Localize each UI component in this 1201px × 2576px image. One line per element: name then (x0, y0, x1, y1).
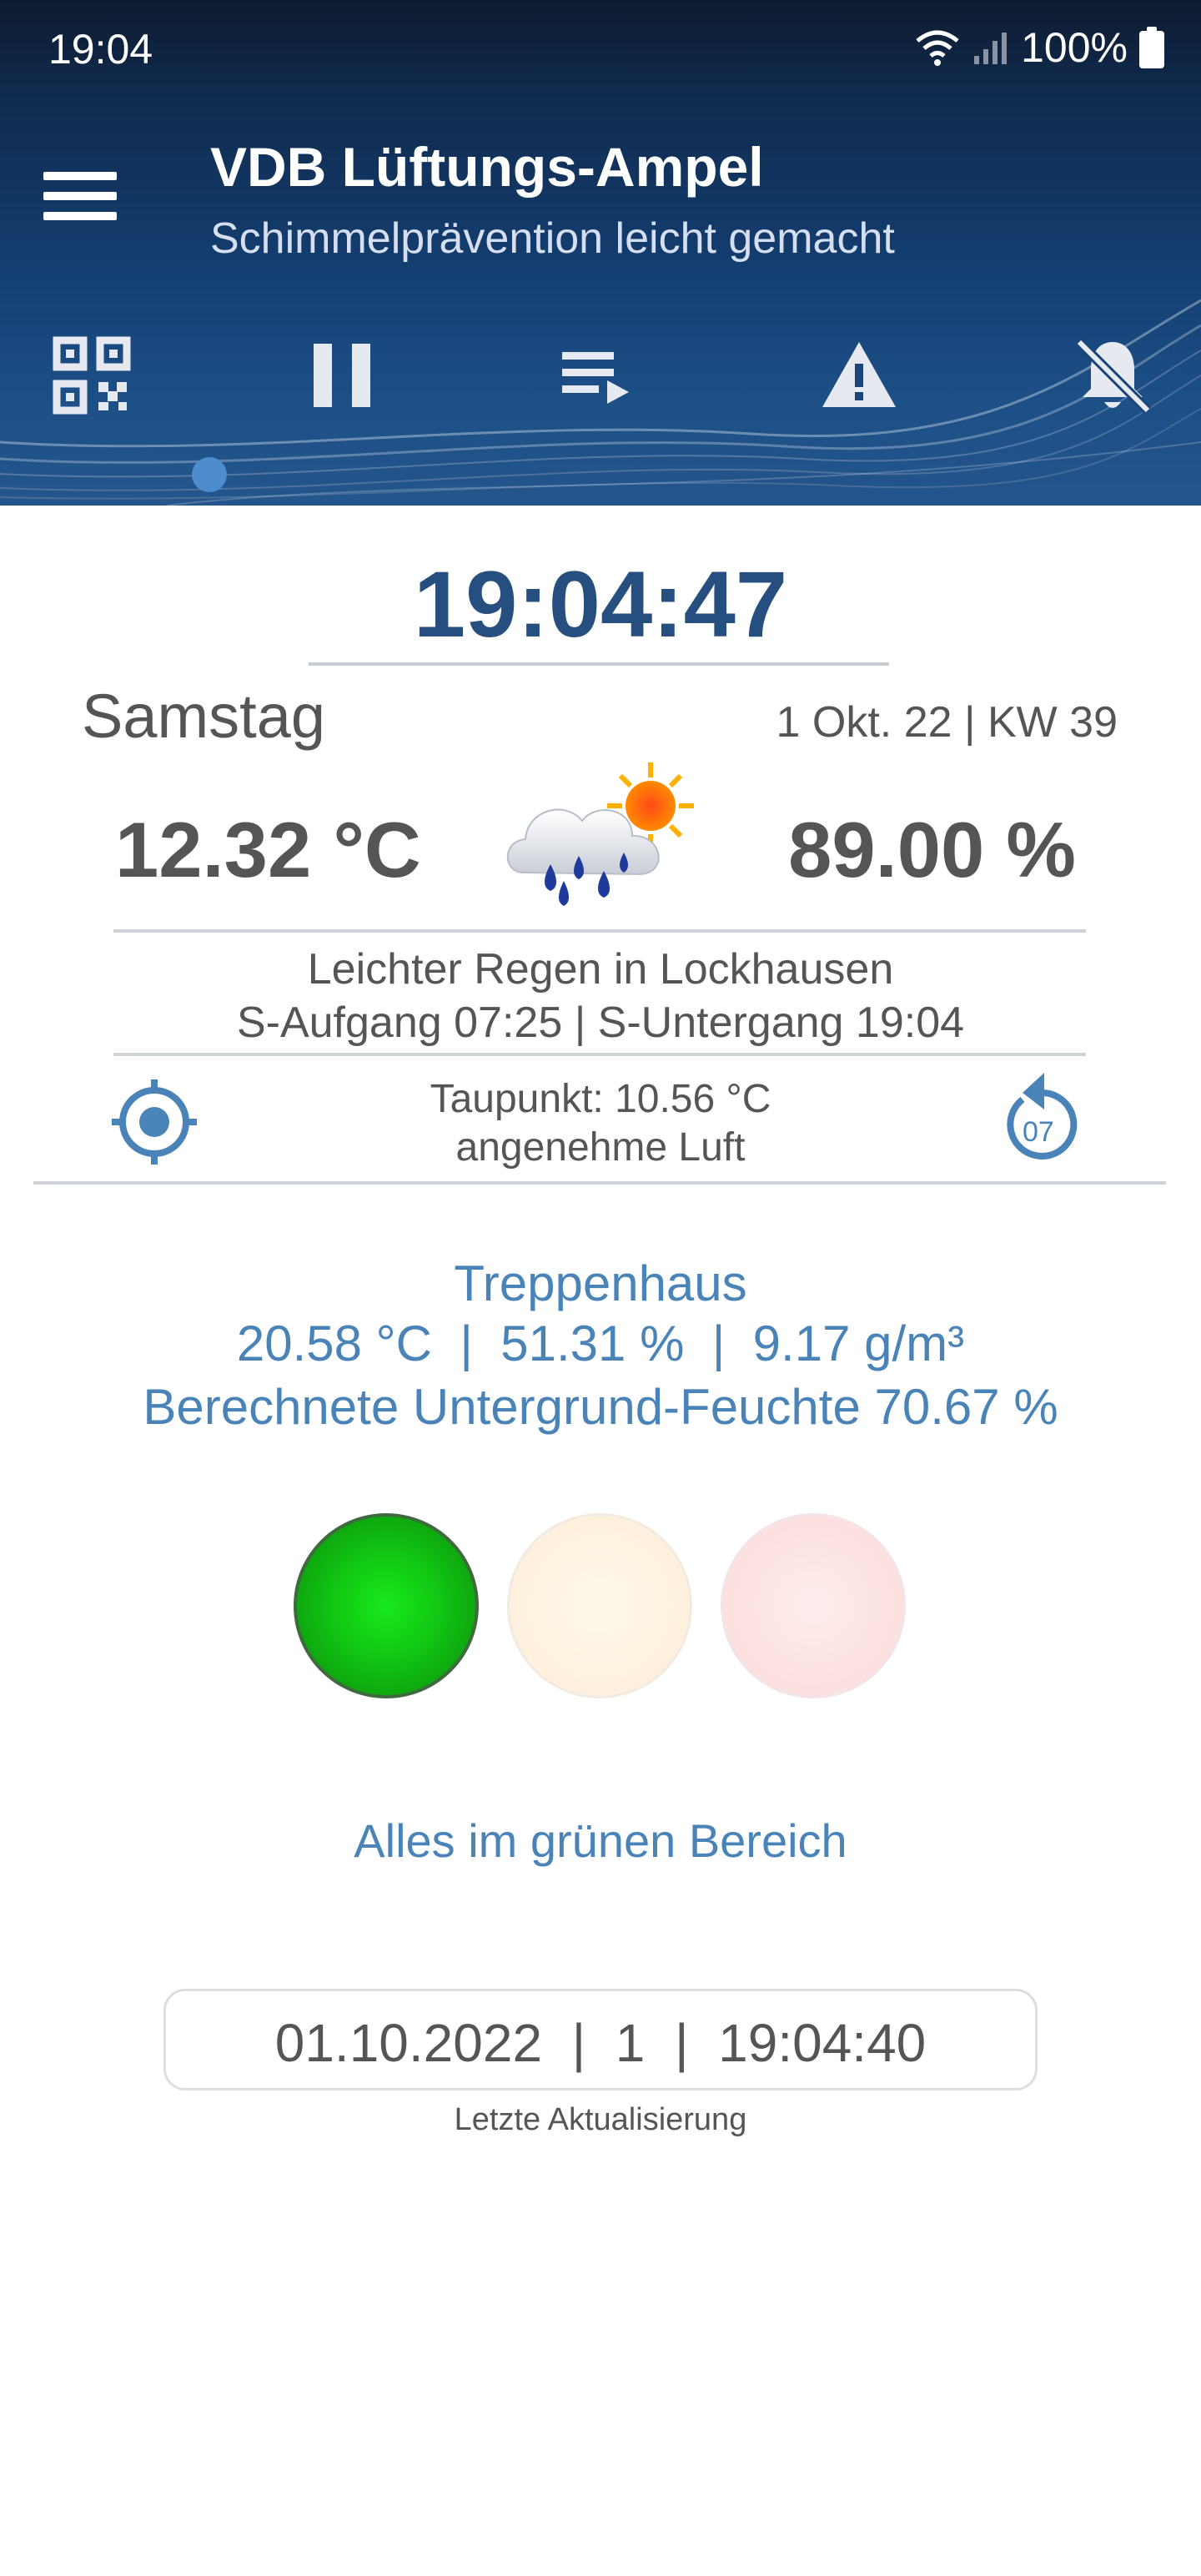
current-time: 19:04:47 (413, 552, 788, 657)
app-subtitle: Schimmelprävention leicht gemacht (210, 214, 895, 263)
app-title: VDB Lüftungs-Ampel (210, 136, 764, 198)
substrate-moisture: Berechnete Untergrund-Feuchte 70.67 % (143, 1379, 1058, 1435)
last-update-label: Letzte Aktualisierung (454, 2102, 747, 2137)
page-indicator-dot[interactable] (192, 457, 227, 492)
system-status-bar: 19:04 100% (0, 0, 1201, 100)
weekday: Samstag (82, 682, 326, 751)
divider (113, 929, 1086, 933)
last-update-value: 01.10.2022 | 1 | 19:04:40 (274, 2013, 927, 2073)
notifications-off-icon[interactable] (1071, 334, 1154, 417)
qr-code-icon[interactable] (50, 334, 133, 417)
rain-cloud-sun-icon (506, 762, 694, 906)
pause-icon[interactable] (300, 334, 384, 417)
outdoor-temperature: 12.32 °C (115, 806, 421, 893)
outdoor-humidity: 89.00 % (788, 806, 1076, 893)
menu-icon[interactable] (43, 167, 118, 225)
battery-icon (1139, 27, 1164, 68)
traffic-light-red (721, 1513, 906, 1698)
status-message: Alles im grünen Bereich (354, 1814, 847, 1867)
warning-icon[interactable] (817, 334, 901, 417)
traffic-light-green (294, 1513, 479, 1698)
clock-divider (309, 662, 889, 666)
traffic-light-yellow (507, 1513, 692, 1698)
sunrise-sunset: S-Aufgang 07:25 | S-Untergang 19:04 (236, 999, 965, 1047)
status-time: 19:04 (48, 26, 153, 73)
playlist-icon[interactable] (557, 334, 641, 417)
divider (113, 1053, 1086, 1056)
room-name: Treppenhaus (454, 1255, 747, 1311)
room-values: 20.58 °C | 51.31 % | 9.17 g/m³ (236, 1316, 965, 1371)
weather-condition: Leichter Regen in Lockhausen (307, 945, 894, 994)
section-divider (33, 1181, 1166, 1185)
cell-signal-icon (974, 33, 1008, 64)
wifi-icon (916, 30, 959, 66)
status-indicators: 100% (914, 23, 1164, 72)
replay-counter: 07 (1023, 1116, 1054, 1148)
replay-icon[interactable]: 07 (997, 1071, 1089, 1168)
app-header: 19:04 100% VDB Lüftungs-Ampel Schimmelpr… (0, 0, 1201, 506)
date-week: 1 Okt. 22 | KW 39 (776, 698, 1118, 747)
battery-percentage: 100% (1021, 24, 1128, 71)
